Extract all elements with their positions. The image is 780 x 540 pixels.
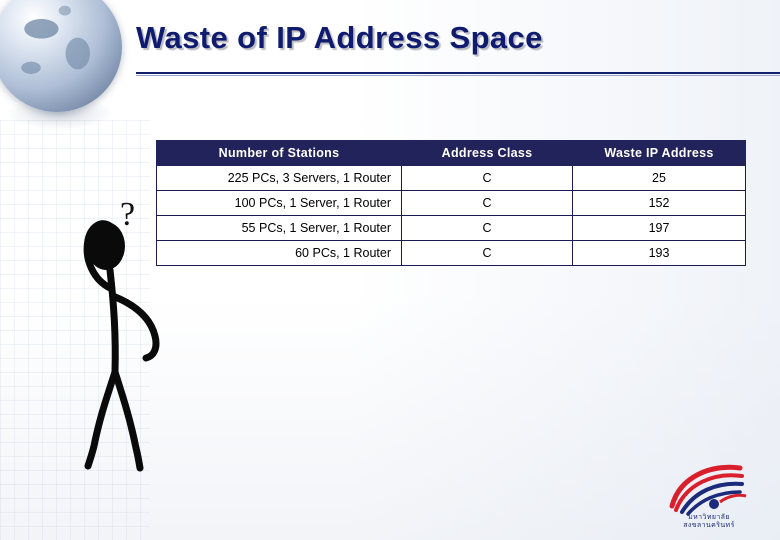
cell-waste-ip: 193 xyxy=(572,240,746,266)
cell-waste-ip: 152 xyxy=(572,190,746,216)
background-gradient-decoration xyxy=(350,0,780,540)
university-logo: มหาวิทยาลัย สงขลานครินทร์ xyxy=(654,462,764,530)
logo-mark-icon xyxy=(669,464,747,516)
cell-stations: 100 PCs, 1 Server, 1 Router xyxy=(156,190,402,216)
cell-address-class: C xyxy=(401,190,573,216)
title-divider xyxy=(136,72,780,74)
cell-address-class: C xyxy=(401,165,573,191)
title-divider-shadow xyxy=(136,75,780,76)
cell-stations: 55 PCs, 1 Server, 1 Router xyxy=(156,215,402,241)
globe-icon xyxy=(0,0,122,112)
cell-stations: 225 PCs, 3 Servers, 1 Router xyxy=(156,165,402,191)
waste-ip-table: Number of Stations Address Class Waste I… xyxy=(156,140,746,266)
logo-caption-line2: สงขลานครินทร์ xyxy=(683,522,735,529)
page-title: Waste of IP Address Space xyxy=(136,20,543,55)
table-row: 55 PCs, 1 Server, 1 Router C 197 xyxy=(156,215,746,241)
table-row: 100 PCs, 1 Server, 1 Router C 152 xyxy=(156,190,746,216)
cell-address-class: C xyxy=(401,215,573,241)
waste-ip-table-container: Number of Stations Address Class Waste I… xyxy=(156,140,746,266)
cell-waste-ip: 25 xyxy=(572,165,746,191)
table-row: 60 PCs, 1 Router C 193 xyxy=(156,240,746,266)
table-row: 225 PCs, 3 Servers, 1 Router C 25 xyxy=(156,165,746,191)
logo-caption-line1: มหาวิทยาลัย xyxy=(688,514,730,521)
column-header-address-class: Address Class xyxy=(401,140,573,166)
table-header-row: Number of Stations Address Class Waste I… xyxy=(156,140,746,166)
cell-stations: 60 PCs, 1 Router xyxy=(156,240,402,266)
column-header-waste-ip: Waste IP Address xyxy=(572,140,746,166)
cell-waste-ip: 197 xyxy=(572,215,746,241)
slide-canvas: Waste of IP Address Space ? Number of St… xyxy=(0,0,780,540)
logo-dot-icon xyxy=(709,499,719,509)
column-header-stations: Number of Stations xyxy=(156,140,402,166)
cell-address-class: C xyxy=(401,240,573,266)
question-mark-icon: ? xyxy=(120,196,136,233)
logo-caption: มหาวิทยาลัย สงขลานครินทร์ xyxy=(654,514,764,530)
